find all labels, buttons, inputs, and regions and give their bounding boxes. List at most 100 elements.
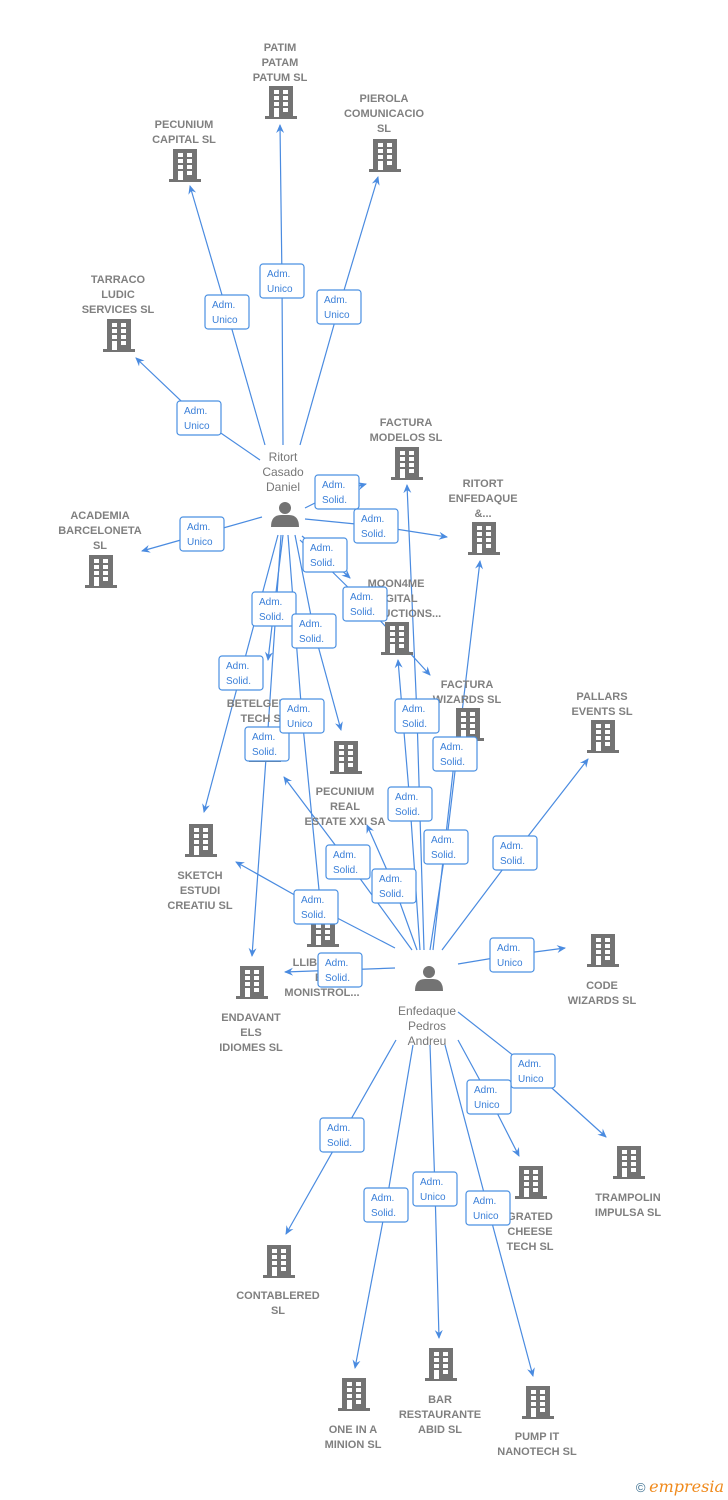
company-node-pump_it[interactable]: PUMP IT NANOTECH SL [497,1386,577,1458]
role-badge[interactable]: Adm. Solid. [492,835,538,871]
node-label-line: ELS [240,1027,261,1039]
role-text: Solid. [500,856,525,867]
company-node-ritort_enf[interactable]: RITORT ENFEDAQUE &... [448,478,518,555]
role-badge[interactable]: Adm. Solid. [291,613,337,649]
node-label-line: IMPULSA SL [595,1207,661,1219]
company-node-endavant[interactable]: ENDAVANT ELS IDIOMES SL [219,966,283,1054]
node-label-line: LUDIC [101,289,135,301]
role-text: Adm. [184,406,207,417]
role-text: Adm. [324,295,347,306]
role-badge[interactable]: Adm. Solid. [342,586,388,622]
role-badge[interactable]: Adm. Unico [466,1079,512,1115]
role-badge[interactable]: Adm. Solid. [293,889,339,925]
role-badge[interactable]: Adm. Solid. [423,829,469,865]
node-label-line: RITORT [463,478,504,490]
role-badge[interactable]: Adm. Solid. [371,868,417,904]
role-badge[interactable]: Adm. Solid. [317,952,363,988]
role-badge[interactable]: Adm. Unico [510,1053,556,1089]
company-node-contablered[interactable]: CONTABLERED SL [236,1245,320,1317]
role-badge[interactable]: Adm. Solid. [218,655,264,691]
role-text: Adm. [333,850,356,861]
company-node-factura_wizards[interactable]: FACTURA WIZARDS SL [433,679,502,741]
node-label-line: SL [93,540,107,552]
company-node-pecunium_real[interactable]: PECUNIUM REAL ESTATE XXI SA [305,741,386,828]
role-badge[interactable]: Adm. Solid. [394,698,440,734]
node-label-line: REAL [330,801,360,813]
role-text: Unico [212,315,238,326]
empresia-logo[interactable]: © empresia [636,1477,724,1496]
role-text: Unico [184,421,210,432]
role-badge[interactable]: Adm. Solid. [387,786,433,822]
role-text: Solid. [431,850,456,861]
node-label-line: COMUNICACIO [344,108,424,120]
node-label-line: MONISTROL... [284,987,359,999]
building-icon [265,86,297,119]
building-icon [587,934,619,967]
building-icon [330,741,362,774]
node-label-line: RESTAURANTE [399,1409,481,1421]
role-text: Adm. [287,704,310,715]
company-node-pierola[interactable]: PIEROLA COMUNICACIO SL [344,93,424,172]
company-node-academia[interactable]: ACADEMIA BARCELONETA SL [58,510,142,588]
role-badge[interactable]: Adm. Unico [176,400,222,436]
role-text: Adm. [379,874,402,885]
role-badge[interactable]: Adm. Solid. [251,591,297,627]
node-label-line: ESTUDI [180,885,220,897]
person-icon [271,502,299,527]
role-badge[interactable]: Adm. Solid. [353,508,399,544]
node-label-line: ONE IN A [329,1424,378,1436]
role-badge[interactable]: Adm. Solid. [319,1117,365,1153]
role-text: Unico [518,1074,544,1085]
role-text: Solid. [226,676,251,687]
company-node-tarraco[interactable]: TARRACO LUDIC SERVICES SL [82,274,155,352]
company-node-pallars[interactable]: PALLARS EVENTS SL [571,691,633,753]
role-text: Adm. [226,661,249,672]
node-label-line: SERVICES SL [82,304,155,316]
role-badge[interactable]: Adm. Unico [259,263,305,299]
role-text: Unico [287,719,313,730]
person-node-enfedaque[interactable]: EnfedaquePedrosAndreu [398,966,456,1048]
role-badge[interactable]: Adm. Solid. [314,474,360,510]
role-text: Unico [267,284,293,295]
company-node-patim[interactable]: PATIM PATAM PATUM SL [253,42,308,119]
building-icon [169,149,201,182]
role-text: Adm. [301,895,324,906]
node-label-line: PATAM [262,57,299,69]
building-icon [391,447,423,480]
role-badge[interactable]: Adm. Unico [465,1190,511,1226]
role-badge[interactable]: Adm. Unico [316,289,362,325]
role-badge[interactable]: Adm. Unico [204,294,250,330]
role-badge[interactable]: Adm. Unico [489,937,535,973]
role-badge[interactable]: Adm. Solid. [325,844,371,880]
role-text: Solid. [310,558,335,569]
company-node-pecunium_capital[interactable]: PECUNIUM CAPITAL SL [152,119,216,182]
company-node-trampolin[interactable]: TRAMPOLIN IMPULSA SL [595,1146,661,1219]
company-node-bar[interactable]: BAR RESTAURANTE ABID SL [399,1348,481,1436]
role-text: Adm. [325,958,348,969]
role-badge[interactable]: Adm. Unico [279,698,325,734]
role-badge[interactable]: Adm. Solid. [302,537,348,573]
company-node-grated[interactable]: GRATED CHEESE TECH SL [506,1166,554,1253]
role-text: Adm. [402,704,425,715]
role-badge[interactable]: Adm. Unico [179,516,225,552]
role-text: Adm. [267,269,290,280]
role-text: Adm. [420,1177,443,1188]
node-label-line: MODELOS SL [370,432,443,444]
person-node-ritort[interactable]: RitortCasadoDaniel [262,450,304,527]
company-node-code_wizards[interactable]: CODE WIZARDS SL [568,934,637,1007]
node-label-line: &... [474,508,491,520]
node-label-line: ENFEDAQUE [448,493,517,505]
company-node-one_in_a_minion[interactable]: ONE IN A MINION SL [325,1378,382,1451]
role-badge[interactable]: Adm. Unico [412,1171,458,1207]
role-text: Solid. [325,973,350,984]
role-text: Solid. [327,1138,352,1149]
company-node-sketch[interactable]: SKETCH ESTUDI CREATIU SL [167,824,233,912]
role-text: Adm. [440,742,463,753]
company-node-factura_modelos[interactable]: FACTURA MODELOS SL [370,417,443,480]
role-text: Adm. [299,619,322,630]
building-icon [338,1378,370,1411]
role-text: Adm. [252,732,275,743]
role-badge[interactable]: Adm. Solid. [432,736,478,772]
role-badge[interactable]: Adm. Solid. [363,1187,409,1223]
node-label-line: PATIM [264,42,297,54]
